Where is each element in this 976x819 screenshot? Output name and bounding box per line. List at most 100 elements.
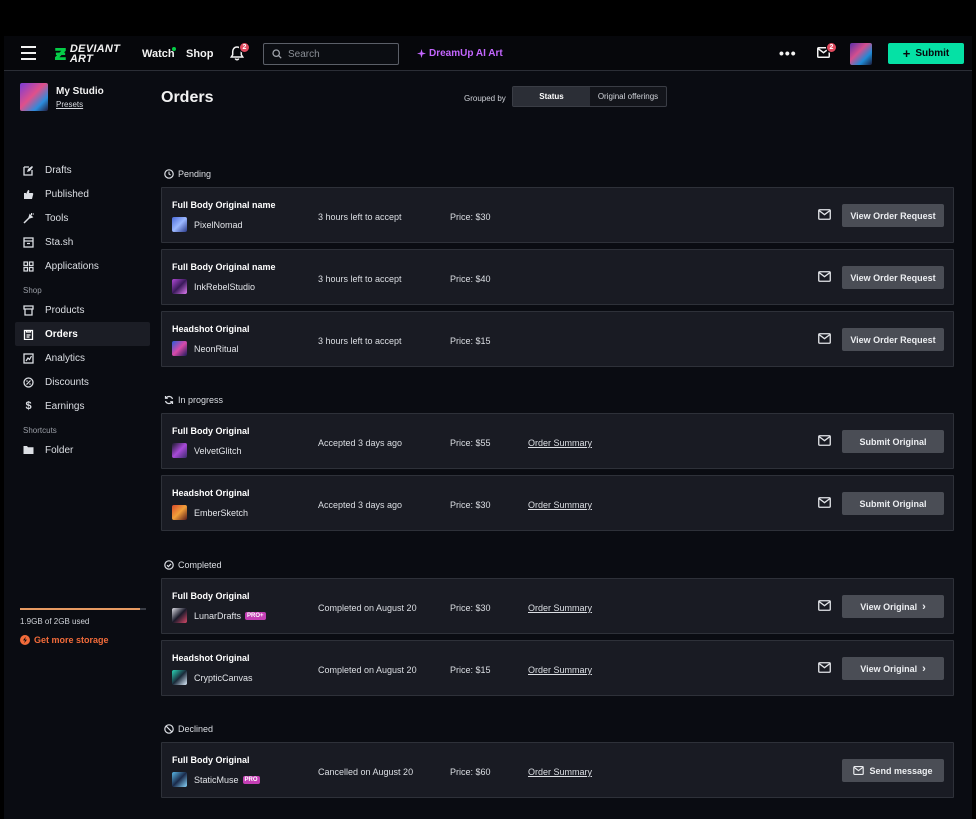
studio-name: My Studio [56,86,104,97]
deviantart-logo[interactable]: ƶ DEVIANT ART [54,43,120,65]
group-status-tab[interactable]: Status [513,87,590,106]
order-user[interactable]: StaticMuse PRO [172,772,260,787]
send-message-button[interactable]: Send message [842,759,944,782]
search-input[interactable] [288,48,388,60]
view-original-button[interactable]: View Original › [842,657,944,680]
user-avatar[interactable] [850,43,872,65]
order-row: Headshot Original NeonRitual 3 hours lef… [161,311,954,367]
order-summary-link[interactable]: Order Summary [528,500,592,510]
sidebar-item-label: Analytics [45,352,86,364]
presets-link[interactable]: Presets [56,100,104,109]
studio-header[interactable]: My Studio Presets [20,83,104,111]
order-price: Price: $55 [450,438,491,448]
submit-original-button[interactable]: Submit Original [842,492,944,515]
get-more-storage-link[interactable]: Get more storage [20,635,109,645]
pro-badge: PRO [242,775,260,784]
order-status: Accepted 3 days ago [318,500,403,510]
refresh-icon [164,395,174,405]
storage-text: 1.9GB of 2GB used [20,617,90,626]
more-options-icon[interactable]: ••• [779,45,797,61]
order-row: Full Body Original name PixelNomad 3 hou… [161,187,954,243]
message-icon[interactable] [818,271,831,282]
username: StaticMuse [194,774,239,785]
order-row: Headshot Original EmberSketch Accepted 3… [161,475,954,531]
submit-original-button[interactable]: Submit Original [842,430,944,453]
view-original-button[interactable]: View Original › [842,595,944,618]
sidebar-item-applications[interactable]: Applications [15,254,150,278]
user-avatar [172,608,187,623]
message-icon[interactable] [818,600,831,611]
menu-icon[interactable] [21,46,36,60]
order-status: 3 hours left to accept [318,274,402,284]
order-price: Price: $15 [450,665,491,675]
orders-icon [23,329,34,340]
shop-link[interactable]: Shop [186,48,214,60]
view-order-request-button[interactable]: View Order Request [842,328,944,351]
order-summary-link[interactable]: Order Summary [528,767,592,777]
sidebar-item-label: Published [45,188,89,200]
order-title: Full Body Original name [172,200,276,210]
message-icon[interactable] [818,662,831,673]
username: EmberSketch [194,507,249,518]
sidebar-item-label: Orders [45,328,78,340]
search-box[interactable] [263,43,399,65]
sidebar-item-products[interactable]: Products [15,298,150,322]
shop-section-label: Shop [23,286,42,295]
sidebar-item-discounts[interactable]: Discounts [15,370,150,394]
order-summary-link[interactable]: Order Summary [528,665,592,675]
user-avatar [172,217,187,232]
submit-button[interactable]: + Submit [888,43,964,64]
logo-mark-icon: ƶ [54,41,67,66]
order-row: Full Body Original StaticMuse PRO Cancell… [161,742,954,798]
sidebar-item-published[interactable]: Published [15,182,150,206]
section-label: In progress [178,395,224,405]
message-icon[interactable] [818,333,831,344]
order-user[interactable]: InkRebelStudio [172,279,255,294]
tools-icon [23,212,34,224]
clock-icon [164,169,174,179]
order-user[interactable]: NeonRitual [172,341,239,356]
order-user[interactable]: CrypticCanvas [172,670,253,685]
view-order-request-button[interactable]: View Order Request [842,204,944,227]
order-user[interactable]: VelvetGlitch [172,443,242,458]
message-icon[interactable] [818,209,831,220]
mail-badge: 2 [826,42,837,53]
sidebar-item-drafts[interactable]: Drafts [15,158,150,182]
storage-bar [20,608,146,610]
order-title: Headshot Original [172,488,250,498]
button-label: Send message [869,765,933,776]
order-title: Full Body Original [172,755,250,765]
message-icon[interactable] [818,497,831,508]
dreamup-link[interactable]: DreamUp AI Art [417,48,503,59]
message-icon[interactable] [818,435,831,446]
order-user[interactable]: LunarDrafts PRO+ [172,608,266,623]
order-user[interactable]: PixelNomad [172,217,243,232]
order-status: Cancelled on August 20 [318,767,414,777]
order-price: Price: $30 [450,212,491,222]
group-offerings-tab[interactable]: Original offerings [590,87,666,106]
mail-icon [853,766,865,775]
sidebar-item-orders[interactable]: Orders [15,322,150,346]
sidebar-item-stash[interactable]: Sta.sh [15,230,150,254]
username: PixelNomad [194,219,243,230]
order-price: Price: $15 [450,336,491,346]
order-price: Price: $30 [450,603,491,613]
user-avatar [172,505,187,520]
watch-link[interactable]: Watch [142,48,175,60]
view-order-request-button[interactable]: View Order Request [842,266,944,289]
orders-main: Orders Grouped by Status Original offeri… [156,72,972,819]
published-icon [24,189,34,199]
applications-icon [23,260,34,272]
sidebar-item-tools[interactable]: Tools [15,206,150,230]
order-row: Headshot Original CrypticCanvas Complete… [161,640,954,696]
order-summary-link[interactable]: Order Summary [528,603,592,613]
user-avatar [172,443,187,458]
sidebar-item-earnings[interactable]: $ Earnings [15,394,150,418]
sidebar-item-analytics[interactable]: Analytics [15,346,150,370]
order-summary-link[interactable]: Order Summary [528,438,592,448]
order-title: Full Body Original name [172,262,276,272]
order-row: Full Body Original name InkRebelStudio 3… [161,249,954,305]
sidebar-item-folder[interactable]: Folder [15,438,150,462]
order-user[interactable]: EmberSketch [172,505,248,520]
studio-avatar [20,83,48,111]
